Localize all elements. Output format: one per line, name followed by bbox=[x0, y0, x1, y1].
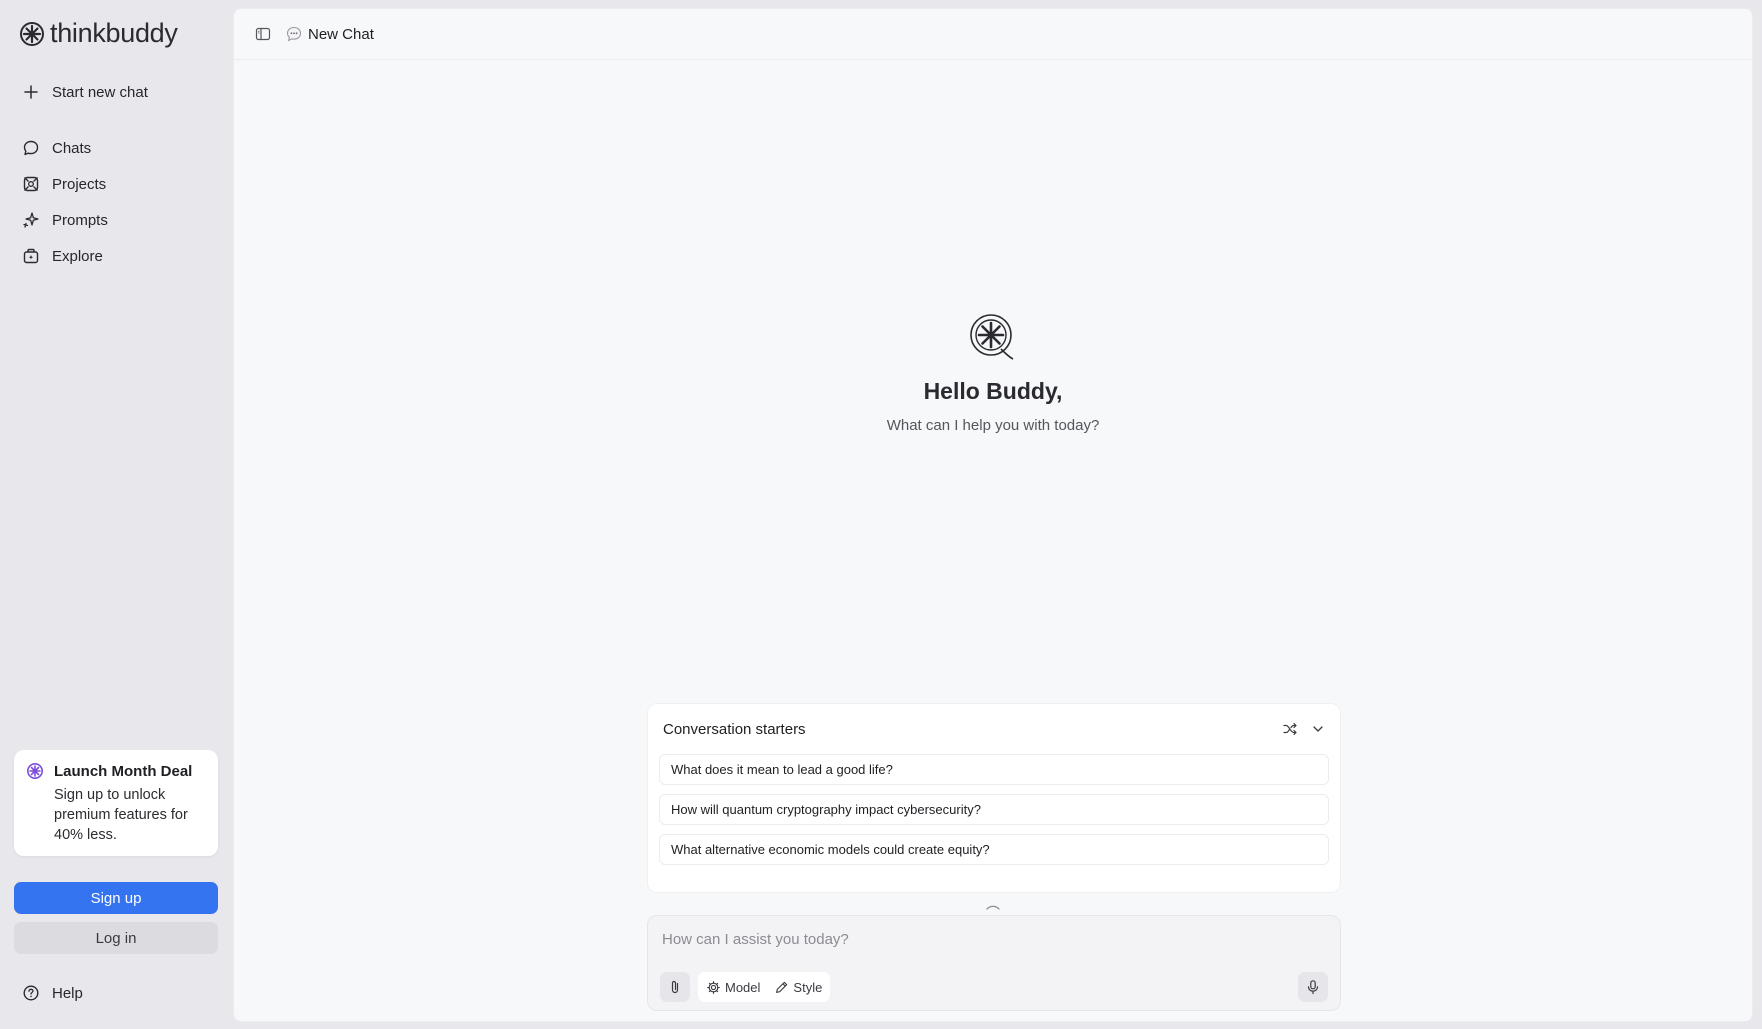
starters-tools bbox=[1282, 721, 1326, 737]
hero: Hello Buddy, What can I help you with to… bbox=[234, 311, 1752, 434]
composer-tools: Model Style bbox=[698, 972, 831, 1002]
thinkbuddy-logo-icon bbox=[27, 763, 43, 779]
log-in-button[interactable]: Log in bbox=[14, 922, 218, 954]
brand-logo[interactable]: thinkbuddy bbox=[18, 18, 178, 49]
attach-button[interactable] bbox=[660, 972, 690, 1002]
help-label: Help bbox=[52, 984, 83, 1002]
chat-title-wrap: New Chat bbox=[285, 25, 374, 43]
sparkles-icon bbox=[23, 212, 39, 228]
promo-text: Sign up to unlock premium features for 4… bbox=[54, 787, 188, 843]
promo-title: Launch Month Deal bbox=[54, 763, 193, 780]
message-input[interactable] bbox=[662, 928, 1262, 950]
starter-item[interactable]: What alternative economic models could c… bbox=[659, 834, 1329, 865]
pen-icon bbox=[776, 981, 788, 993]
sidebar-item-label: Explore bbox=[52, 247, 103, 265]
sidebar-item-chats[interactable]: Chats bbox=[22, 139, 91, 157]
chevron-down-icon[interactable] bbox=[1310, 721, 1326, 737]
microphone-icon bbox=[1307, 980, 1319, 995]
starters-header: Conversation starters bbox=[648, 704, 1340, 740]
thinkbuddy-logo-icon bbox=[970, 314, 1014, 360]
sign-up-button[interactable]: Sign up bbox=[14, 882, 218, 914]
sidebar: thinkbuddy Start new chat Chats Projects… bbox=[0, 0, 232, 1029]
sidebar-item-projects[interactable]: Projects bbox=[22, 175, 106, 193]
sidebar-toggle-icon[interactable] bbox=[255, 26, 271, 42]
sidebar-item-label: Prompts bbox=[52, 211, 108, 229]
start-new-chat-label: Start new chat bbox=[52, 83, 148, 101]
starters-title: Conversation starters bbox=[663, 720, 806, 738]
model-button[interactable]: Model bbox=[706, 980, 760, 995]
sidebar-item-prompts[interactable]: Prompts bbox=[22, 211, 108, 229]
gear-icon bbox=[707, 980, 720, 994]
brand-name: thinkbuddy bbox=[50, 18, 178, 48]
help-button[interactable]: Help bbox=[22, 984, 83, 1002]
help-icon bbox=[23, 985, 39, 1001]
composer: Model Style bbox=[647, 915, 1341, 1011]
start-new-chat-button[interactable]: Start new chat bbox=[22, 83, 148, 101]
top-bar: New Chat bbox=[234, 9, 1752, 60]
style-button[interactable]: Style bbox=[774, 980, 822, 995]
main-panel: New Chat Hello Buddy, What can I help yo… bbox=[233, 8, 1753, 1022]
microphone-button[interactable] bbox=[1298, 972, 1328, 1002]
sidebar-item-label: Projects bbox=[52, 175, 107, 193]
style-label: Style bbox=[793, 979, 823, 995]
paperclip-icon bbox=[671, 980, 679, 994]
explore-icon bbox=[23, 248, 39, 264]
thinkbuddy-logo-icon bbox=[20, 21, 44, 46]
starter-item[interactable]: What does it mean to lead a good life? bbox=[659, 754, 1329, 785]
chat-bubble-icon bbox=[23, 140, 39, 156]
promo-card[interactable]: Launch Month Deal Sign up to unlock prem… bbox=[14, 750, 218, 856]
sidebar-item-label: Chats bbox=[52, 139, 92, 157]
shuffle-icon[interactable] bbox=[1282, 721, 1298, 737]
greeting-subtitle: What can I help you with today? bbox=[886, 417, 1100, 434]
starter-item[interactable]: How will quantum cryptography impact cyb… bbox=[659, 794, 1329, 825]
model-label: Model bbox=[725, 979, 761, 995]
projects-icon bbox=[23, 176, 39, 192]
chat-title: New Chat bbox=[308, 25, 374, 43]
plus-icon bbox=[24, 85, 38, 99]
conversation-starters: Conversation starters What does it mean … bbox=[647, 703, 1341, 893]
greeting: Hello Buddy, bbox=[923, 378, 1063, 404]
speech-bubble-icon bbox=[286, 26, 302, 42]
sidebar-item-explore[interactable]: Explore bbox=[22, 247, 103, 265]
